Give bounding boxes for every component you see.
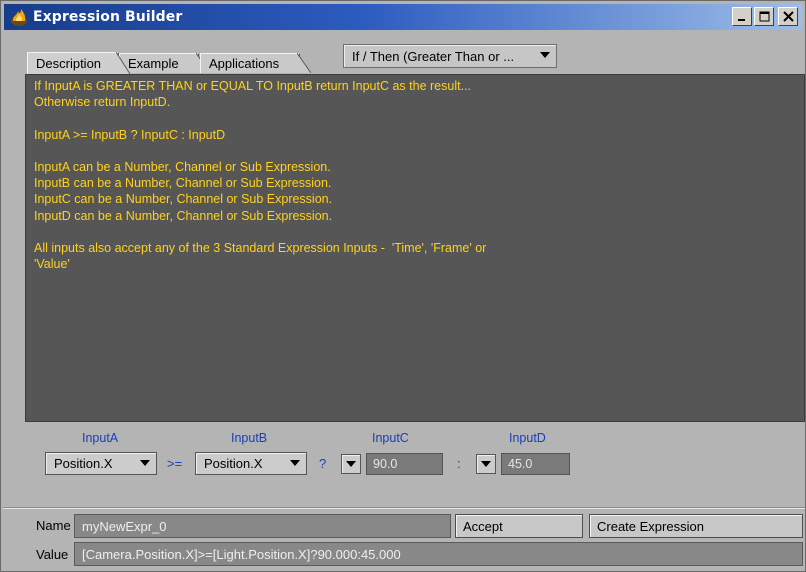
minimize-icon bbox=[738, 18, 745, 21]
input-d-dropdown[interactable] bbox=[476, 454, 496, 474]
input-a-label: InputA bbox=[82, 431, 119, 445]
expression-builder-window: Expression Builder Description Example A… bbox=[0, 0, 806, 572]
chevron-down-icon bbox=[290, 460, 300, 466]
tab-label: Example bbox=[128, 56, 179, 71]
description-line: InputA >= InputB ? InputC : InputD bbox=[34, 127, 226, 142]
create-expression-button-label: Create Expression bbox=[597, 518, 704, 534]
tab-example[interactable]: Example bbox=[119, 53, 210, 73]
input-d-label: InputD bbox=[509, 431, 546, 445]
description-line bbox=[34, 224, 796, 240]
title-bar[interactable]: Expression Builder bbox=[4, 4, 802, 30]
lightwave-flame-icon bbox=[11, 9, 27, 26]
close-button[interactable] bbox=[778, 7, 798, 26]
description-line: InputC can be a Number, Channel or Sub E… bbox=[34, 192, 333, 207]
description-panel: If InputA is GREATER THAN or EQUAL TO In… bbox=[25, 74, 805, 422]
chevron-down-icon bbox=[140, 460, 150, 466]
accept-button[interactable]: Accept bbox=[455, 514, 583, 538]
tab-edge bbox=[116, 52, 130, 74]
description-line: 'Value' bbox=[34, 257, 70, 272]
value-text: [Camera.Position.X]>=[Light.Position.X]?… bbox=[82, 546, 401, 562]
input-c-label: InputC bbox=[372, 431, 409, 445]
name-field[interactable]: myNewExpr_0 bbox=[74, 514, 451, 538]
function-select-value: If / Then (Greater Than or ... bbox=[352, 48, 515, 64]
name-label: Name bbox=[36, 518, 71, 533]
chevron-down-icon bbox=[346, 461, 356, 467]
chevron-down-icon bbox=[540, 52, 550, 58]
separator bbox=[3, 507, 805, 509]
description-line: InputB can be a Number, Channel or Sub E… bbox=[34, 176, 332, 191]
window-controls bbox=[732, 7, 798, 26]
close-icon bbox=[782, 11, 794, 22]
value-label: Value bbox=[36, 547, 69, 562]
description-line: If InputA is GREATER THAN or EQUAL TO In… bbox=[34, 79, 471, 93]
value-field[interactable]: [Camera.Position.X]>=[Light.Position.X]?… bbox=[74, 542, 803, 566]
input-d-field[interactable]: 45.0 bbox=[501, 453, 570, 475]
tab-label: Description bbox=[36, 56, 102, 71]
tab-description[interactable]: Description bbox=[27, 52, 130, 74]
accept-button-label: Accept bbox=[463, 518, 503, 534]
description-line: InputD can be a Number, Channel or Sub E… bbox=[34, 208, 333, 223]
input-b-value: Position.X bbox=[204, 456, 263, 471]
chevron-down-icon bbox=[481, 461, 491, 467]
description-line: InputA can be a Number, Channel or Sub E… bbox=[34, 159, 331, 174]
minimize-button[interactable] bbox=[732, 7, 752, 26]
maximize-icon bbox=[759, 11, 769, 22]
input-a-value: Position.X bbox=[54, 456, 113, 471]
description-line: All inputs also accept any of the 3 Stan… bbox=[34, 240, 487, 255]
input-b-select[interactable]: Position.X bbox=[195, 452, 307, 475]
tab-edge bbox=[297, 53, 311, 73]
input-b-label: InputB bbox=[231, 431, 268, 445]
tab-label: Applications bbox=[209, 56, 280, 71]
operator-gte: >= bbox=[167, 456, 183, 471]
description-line bbox=[34, 143, 796, 159]
input-c-dropdown[interactable] bbox=[341, 454, 361, 474]
input-c-value: 90.0 bbox=[373, 457, 398, 471]
tab-applications[interactable]: Applications bbox=[200, 53, 311, 73]
input-c-field[interactable]: 90.0 bbox=[366, 453, 443, 475]
window-title: Expression Builder bbox=[33, 9, 183, 25]
input-d-value: 45.0 bbox=[508, 457, 533, 471]
create-expression-button[interactable]: Create Expression bbox=[589, 514, 803, 538]
description-line bbox=[34, 110, 796, 126]
maximize-button[interactable] bbox=[754, 7, 774, 26]
name-value: myNewExpr_0 bbox=[82, 518, 167, 534]
input-a-select[interactable]: Position.X bbox=[45, 452, 157, 475]
description-line: Otherwise return InputD. bbox=[34, 95, 171, 110]
operator-question: ? bbox=[319, 456, 327, 471]
function-select[interactable]: If / Then (Greater Than or ... bbox=[343, 44, 557, 68]
operator-colon: : bbox=[457, 456, 461, 471]
